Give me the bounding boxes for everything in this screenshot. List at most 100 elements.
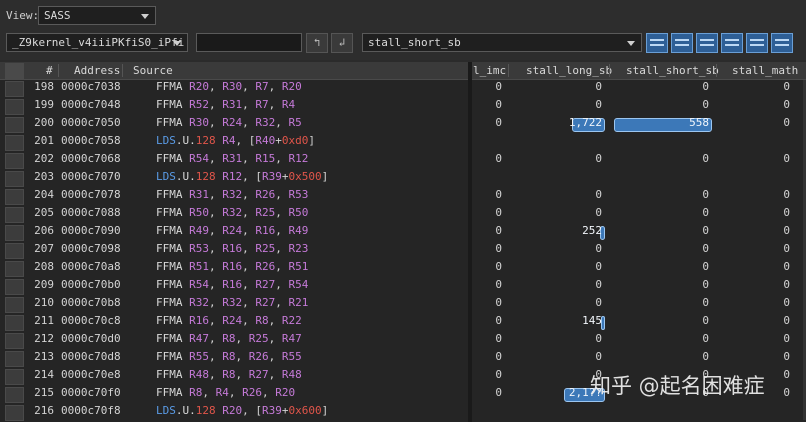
pane-splitter[interactable]: [468, 62, 472, 422]
operand-separator: ,: [209, 206, 223, 219]
navigate-first-button[interactable]: [646, 33, 668, 53]
row-header[interactable]: [5, 171, 24, 187]
row-header[interactable]: [5, 369, 24, 385]
address-value: 0c7078: [80, 188, 121, 201]
table-row[interactable]: 208 0000c70a8 FFMA R51, R16, R26, R51 0 0 0 0: [0, 260, 806, 278]
header-metric-1[interactable]: l_imc: [473, 64, 506, 77]
table-row[interactable]: 207 0000c7098 FFMA R53, R16, R25, R23 0 0 0 0: [0, 242, 806, 260]
row-header[interactable]: [5, 405, 24, 421]
register-operand: R16: [222, 242, 243, 255]
stall-long-sb-value: 145: [582, 314, 602, 327]
row-header[interactable]: [5, 81, 24, 97]
register-operand: R7: [255, 98, 269, 111]
row-header[interactable]: [5, 333, 24, 349]
immediate-operand: 0x600: [288, 404, 322, 417]
table-row[interactable]: 212 0000c70d0 FFMA R47, R8, R25, R47 0 0 0 0: [0, 332, 806, 350]
header-stall-long-sb[interactable]: stall_long_sb: [526, 64, 612, 77]
operand-separator: ,: [275, 242, 289, 255]
row-header[interactable]: [5, 99, 24, 115]
register-operand: R16: [255, 224, 276, 237]
row-header[interactable]: [5, 297, 24, 313]
expand-button[interactable]: [746, 33, 768, 53]
search-input[interactable]: [196, 33, 302, 52]
row-header[interactable]: [5, 351, 24, 367]
header-source[interactable]: Source: [133, 64, 173, 77]
table-row[interactable]: 210 0000c70b8 FFMA R32, R32, R27, R21 0 0 0 0: [0, 296, 806, 314]
find-previous-button[interactable]: ↰: [306, 33, 328, 53]
line-number: 201: [34, 134, 54, 147]
header-stall-short-sb[interactable]: stall_short_sb: [626, 64, 719, 77]
source-cell: FFMA R54, R31, R15, R12: [156, 152, 308, 165]
address-value: 0c70c8: [80, 314, 121, 327]
select-all-corner[interactable]: [5, 63, 24, 79]
register-operand: R23: [288, 242, 309, 255]
header-num[interactable]: #: [46, 64, 53, 77]
register-operand: R21: [288, 296, 309, 309]
row-header[interactable]: [5, 243, 24, 259]
row-header[interactable]: [5, 279, 24, 295]
row-header[interactable]: [5, 387, 24, 403]
stall-long-sb-value: 0: [595, 242, 602, 255]
address-prefix: 000: [61, 296, 81, 309]
table-row[interactable]: 211 0000c70c8 FFMA R16, R24, R8, R22 0 145 0 0: [0, 314, 806, 332]
row-header[interactable]: [5, 261, 24, 277]
register-operand: R16: [222, 260, 243, 273]
register-operand: R30: [189, 116, 209, 129]
stall-long-sb-value: 252: [582, 224, 602, 237]
header-stall-math[interactable]: stall_math: [732, 64, 798, 77]
metric-select[interactable]: stall_short_sb: [362, 33, 642, 52]
register-operand: R25: [255, 242, 276, 255]
row-header[interactable]: [5, 189, 24, 205]
operand-separator: ,: [209, 296, 223, 309]
table-row[interactable]: 201 0000c7058 LDS.U.128 R4, [R40+0xd0]: [0, 134, 806, 152]
table-row[interactable]: 209 0000c70b0 FFMA R54, R16, R27, R54 0 0 0 0: [0, 278, 806, 296]
source-cell: FFMA R53, R16, R25, R23: [156, 242, 308, 255]
opcode: FFMA: [156, 242, 183, 255]
row-header[interactable]: [5, 315, 24, 331]
row-header[interactable]: [5, 225, 24, 241]
metric-cell: 0: [495, 278, 502, 291]
table-row[interactable]: 205 0000c7088 FFMA R50, R32, R25, R50 0 0 0 0: [0, 206, 806, 224]
collapse-button[interactable]: [771, 33, 793, 53]
table-row[interactable]: 200 0000c7050 FFMA R30, R24, R32, R5 0 1,722…: [0, 116, 806, 134]
navigate-next-button[interactable]: [696, 33, 718, 53]
row-header[interactable]: [5, 207, 24, 223]
register-operand: R32: [222, 188, 243, 201]
table-row[interactable]: 204 0000c7078 FFMA R31, R32, R26, R53 0 0 0 0: [0, 188, 806, 206]
table-row[interactable]: 198 0000c7038 FFMA R20, R30, R7, R20 0 0 0 0: [0, 80, 806, 98]
operand-separator: ,: [242, 152, 256, 165]
opcode: FFMA: [156, 332, 183, 345]
header-address[interactable]: Address: [74, 64, 120, 77]
stall-short-sb-value: 0: [702, 260, 709, 273]
operand-separator: ,: [209, 80, 223, 93]
table-row[interactable]: 202 0000c7068 FFMA R54, R31, R15, R12 0 0 0 0: [0, 152, 806, 170]
address-prefix: 000: [61, 188, 81, 201]
navigate-last-button[interactable]: [721, 33, 743, 53]
row-header[interactable]: [5, 117, 24, 133]
address-prefix: 000: [61, 206, 81, 219]
navigate-prev-button[interactable]: [671, 33, 693, 53]
operand-separator: ,: [268, 350, 282, 363]
address-prefix: 000: [61, 278, 81, 291]
register-operand: R12: [222, 170, 243, 183]
address-cell: 0000c7090: [61, 224, 121, 237]
table-row[interactable]: 203 0000c7070 LDS.U.128 R12, [R39+0x500]: [0, 170, 806, 188]
address-value: 0c70e8: [80, 368, 121, 381]
table-row[interactable]: 206 0000c7090 FFMA R49, R24, R16, R49 0 252 0…: [0, 224, 806, 242]
function-select[interactable]: _Z9kernel_v4iiiPKfiS0_iPfi: [6, 33, 188, 52]
table-row[interactable]: 199 0000c7048 FFMA R52, R31, R7, R4 0 0 0 0: [0, 98, 806, 116]
stall-long-sb-value: 0: [595, 260, 602, 273]
view-select[interactable]: SASS: [38, 6, 156, 25]
table-row[interactable]: 213 0000c70d8 FFMA R55, R8, R26, R55 0 0 0 0: [0, 350, 806, 368]
find-next-button[interactable]: ↲: [331, 33, 353, 53]
register-operand: R4: [215, 386, 229, 399]
address-cell: 0000c7058: [61, 134, 121, 147]
source-cell: FFMA R55, R8, R26, R55: [156, 350, 302, 363]
stall-math-value: 0: [783, 188, 790, 201]
metric-cell: 0: [495, 80, 502, 93]
row-header[interactable]: [5, 153, 24, 169]
row-header[interactable]: [5, 135, 24, 151]
stall-math-value: 0: [783, 152, 790, 165]
source-cell: FFMA R52, R31, R7, R4: [156, 98, 295, 111]
table-row[interactable]: 216 0000c70f8 LDS.U.128 R20, [R39+0x600]: [0, 404, 806, 422]
